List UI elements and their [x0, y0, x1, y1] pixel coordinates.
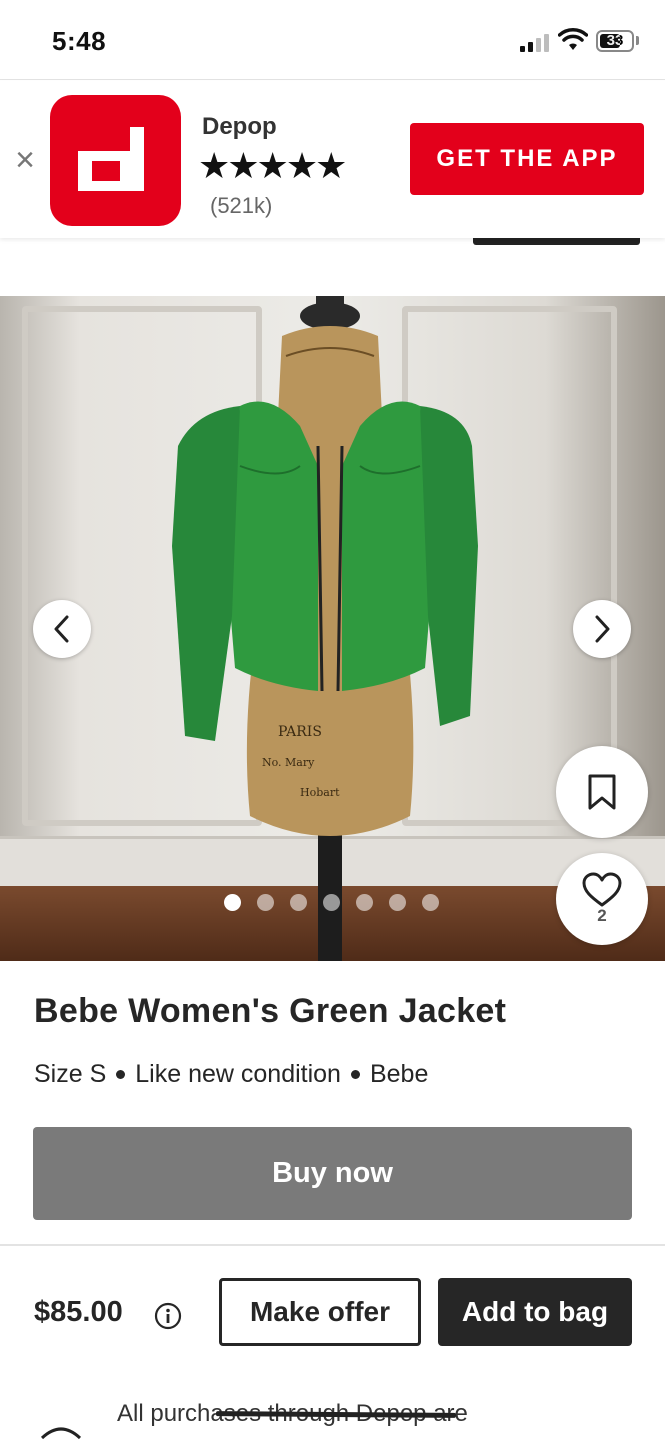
- svg-text:Hobart: Hobart: [300, 786, 340, 799]
- product-title: Bebe Women's Green Jacket: [34, 992, 507, 1030]
- product-attributes: Size S Like new condition Bebe: [34, 1060, 428, 1089]
- app-name: Depop: [202, 113, 277, 140]
- svg-text:PARIS: PARIS: [278, 724, 322, 740]
- product-price: $85.00: [34, 1296, 123, 1328]
- chevron-right-icon: [595, 615, 610, 643]
- obscured-header-element: [473, 238, 640, 245]
- jacket-on-mannequin-image: PARIS No. Mary Hobart: [172, 296, 478, 961]
- info-icon[interactable]: [154, 1302, 182, 1330]
- gallery-dot[interactable]: [422, 894, 439, 911]
- gallery-dot[interactable]: [389, 894, 406, 911]
- battery-tip: [636, 36, 639, 45]
- product-image-gallery[interactable]: PARIS No. Mary Hobart 2: [0, 296, 665, 961]
- close-icon[interactable]: ×: [10, 143, 40, 177]
- product-size: Size S: [34, 1060, 107, 1088]
- battery-level: 33: [606, 32, 624, 49]
- save-button[interactable]: [556, 746, 648, 838]
- product-photo: PARIS No. Mary Hobart: [0, 296, 665, 961]
- get-the-app-button[interactable]: GET THE APP: [410, 123, 644, 195]
- chevron-left-icon: [54, 615, 69, 643]
- app-install-banner: × Depop ★★★★★ (521k) GET THE APP: [0, 81, 665, 238]
- gallery-dot[interactable]: [257, 894, 274, 911]
- gallery-dot[interactable]: [323, 894, 340, 911]
- purchase-bar: $85.00 Make offer Add to bag: [0, 1246, 665, 1376]
- product-brand[interactable]: Bebe: [370, 1060, 428, 1089]
- make-offer-button[interactable]: Make offer: [219, 1278, 421, 1346]
- depop-logo-glyph: [78, 127, 144, 191]
- gallery-dot[interactable]: [356, 894, 373, 911]
- battery-icon: 33: [596, 30, 634, 52]
- bookmark-icon: [588, 774, 616, 810]
- separator-dot: [116, 1070, 126, 1079]
- like-button[interactable]: 2: [556, 853, 648, 945]
- gallery-dot[interactable]: [290, 894, 307, 911]
- shield-icon: [40, 1427, 82, 1440]
- add-to-bag-button[interactable]: Add to bag: [438, 1278, 632, 1346]
- svg-text:No. Mary: No. Mary: [262, 756, 315, 769]
- separator-dot: [350, 1070, 360, 1079]
- previous-image-button[interactable]: [33, 600, 91, 658]
- status-time: 5:48: [52, 26, 107, 56]
- status-bar: 5:48 33: [0, 0, 665, 80]
- depop-logo: [50, 95, 181, 226]
- buy-now-button[interactable]: Buy now: [33, 1127, 632, 1220]
- product-condition: Like new condition: [135, 1060, 341, 1088]
- cellular-signal-icon: [520, 32, 552, 52]
- review-count: (521k): [210, 193, 273, 218]
- heart-icon: [582, 872, 622, 907]
- gallery-dot[interactable]: [224, 894, 241, 911]
- like-count: 2: [597, 906, 607, 925]
- next-image-button[interactable]: [573, 600, 631, 658]
- wifi-icon: [558, 28, 588, 50]
- gallery-pagination: [224, 894, 439, 911]
- rating-stars-icon: ★★★★★: [198, 145, 347, 186]
